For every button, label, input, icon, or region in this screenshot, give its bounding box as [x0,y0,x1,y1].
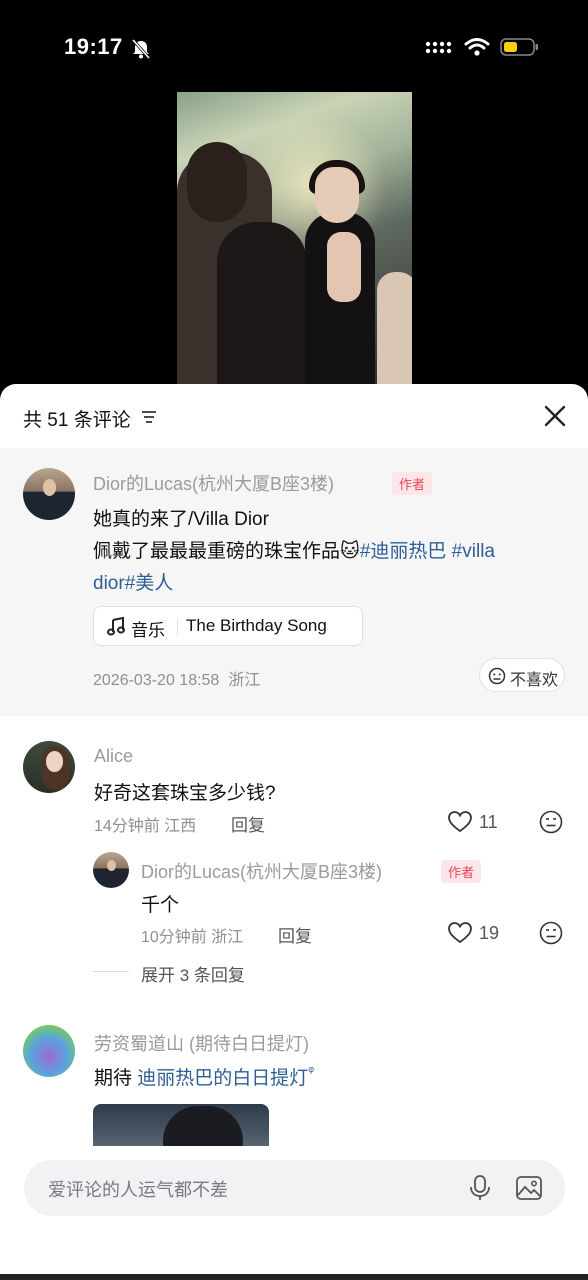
like-count: 11 [479,812,498,832]
music-song-title: The Birthday Song [186,616,327,635]
hashtag-link[interactable]: #迪丽热巴 [360,541,447,562]
comments-sheet: 共 51 条评论 Dior的Lucas(杭州大厦B座3楼) 作者 她真的来了/V… [0,384,588,1280]
avatar[interactable] [23,741,75,793]
comment-author-name[interactable]: Dior的Lucas(杭州大厦B座3楼) [141,858,382,884]
comment-author-name[interactable]: Alice [94,746,133,767]
reply-button[interactable]: 回复 [231,811,265,836]
emoji-reaction-icon[interactable] [539,810,563,834]
comment-count: 共 51 条评论 [23,410,131,431]
comment-input[interactable]: 爱评论的人运气都不差 [24,1160,565,1216]
divider [93,971,129,972]
author-badge: 作者 [392,472,433,495]
music-tag-button[interactable]: 音乐 The Birthday Song [93,606,363,646]
location: 浙江 [228,672,261,689]
home-indicator [0,1274,588,1280]
emoji-reaction-icon[interactable] [539,921,563,945]
avatar[interactable] [93,852,129,888]
comment-meta: 2026-03-20 18:58 浙江 [93,666,260,690]
status-time: 19:17 [64,34,123,59]
heart-icon[interactable] [447,921,473,945]
comment-author-name[interactable]: 劳资蜀道山 (期待白日提灯) [94,1030,309,1056]
sort-icon[interactable] [140,409,158,425]
close-icon[interactable] [544,405,566,427]
status-bar: 19:17 [0,0,588,92]
comment-meta: 10分钟前 浙江 [141,929,244,946]
search-link[interactable]: 迪丽热巴的白日提灯 [137,1068,308,1089]
comment-input-bar: 爱评论的人运气都不差 [0,1146,588,1280]
comment-text-prefix: 期待 [94,1068,138,1089]
dislike-button[interactable]: 不喜欢 [479,658,565,692]
comment-text-line2: 佩戴了最最最重磅的珠宝作品🐱#迪丽热巴 #villa [93,536,495,563]
hashtag-link[interactable]: #美人 [125,573,174,594]
comment-author-name[interactable]: Dior的Lucas(杭州大厦B座3楼) [93,470,334,496]
timestamp: 2026-03-20 18:58 [93,672,220,689]
image-icon[interactable] [515,1174,543,1202]
author-badge: 作者 [441,860,482,883]
comment-text: 佩戴了最最最重磅的珠宝作品 [93,541,341,562]
search-link-icon[interactable]: ᵠ [308,1063,314,1078]
microphone-icon[interactable] [467,1174,493,1202]
comment-text: 好奇这套珠宝多少钱? [94,783,276,804]
expand-replies-button[interactable]: 展开 3 条回复 [141,961,245,986]
hashtag-link[interactable]: dior [93,573,125,594]
comment-text-line1: 她真的来了/Villa Dior [93,509,269,530]
bell-off-icon [131,39,151,59]
signal-icon [425,41,452,54]
battery-icon [500,38,538,56]
neutral-face-icon [488,667,506,685]
pinned-author-comment: Dior的Lucas(杭州大厦B座3楼) 作者 她真的来了/Villa Dior… [0,448,588,716]
wifi-icon [464,38,490,56]
comment-text-line3: dior#美人 [93,568,173,595]
like-count: 19 [479,923,500,943]
comments-header: 共 51 条评论 [0,384,588,448]
comment-meta: 14分钟前 江西 [94,818,197,835]
hashtag-link[interactable]: #villa [446,541,495,562]
dislike-label: 不喜欢 [510,672,559,689]
reply-button[interactable]: 回复 [278,922,312,947]
comment-text: 千个 [141,895,180,916]
music-note-icon [107,616,125,636]
video-preview[interactable] [177,92,412,388]
input-placeholder: 爱评论的人运气都不差 [48,1180,228,1200]
divider [177,619,178,635]
comment-text: 期待 迪丽热巴的白日提灯ᵠ [94,1063,314,1090]
heart-icon[interactable] [447,810,473,834]
avatar[interactable] [23,1025,75,1077]
status-right-group [424,37,540,57]
avatar[interactable] [23,468,75,520]
cat-emoji-icon: 🐱 [340,541,360,562]
music-label: 音乐 [131,621,165,640]
